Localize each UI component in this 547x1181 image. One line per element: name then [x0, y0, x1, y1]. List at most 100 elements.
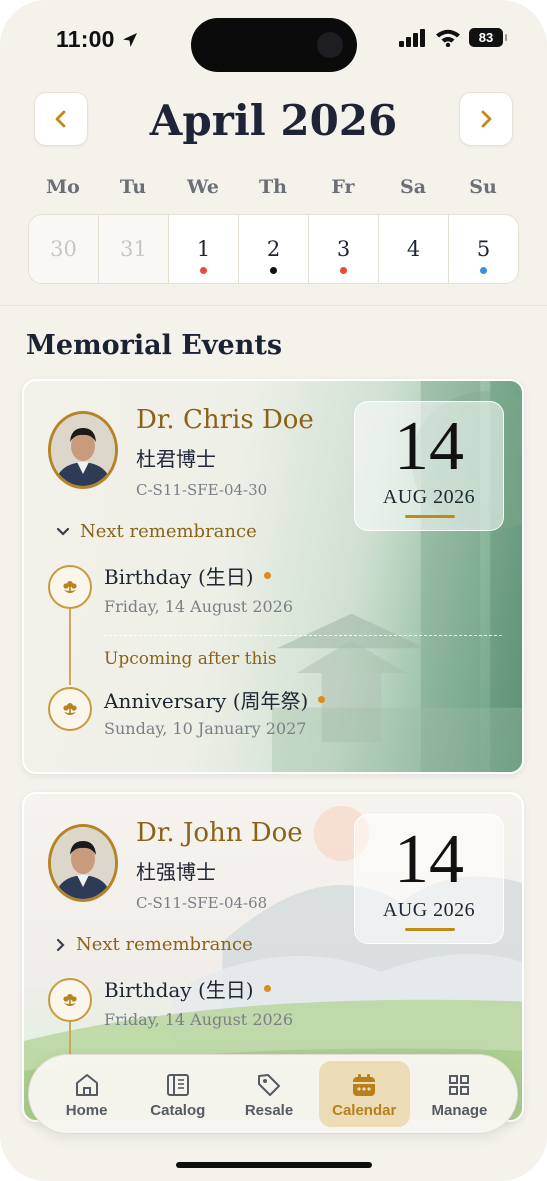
date-underline [405, 928, 455, 931]
day-number: 31 [120, 237, 147, 261]
tab-label: Home [65, 1101, 108, 1119]
niche-code: C-S11-SFE-04-68 [136, 894, 268, 912]
home-icon [73, 1070, 101, 1100]
weekday-label: We [187, 176, 219, 198]
weekday-label: Tu [119, 176, 147, 198]
wifi-icon [436, 29, 460, 47]
day-cell[interactable]: 3 [309, 215, 379, 283]
battery-icon: 83 [469, 28, 507, 47]
event-dot [318, 696, 326, 703]
person-name: Dr. Chris Doe [136, 405, 314, 435]
next-remembrance-label: Next remembrance [76, 934, 253, 955]
niche-code: C-S11-SFE-04-30 [136, 481, 268, 499]
weekday-label: Sa [399, 176, 427, 198]
time-text: 11:00 [56, 26, 115, 52]
day-cell[interactable]: 2 [239, 215, 309, 283]
tab-resale[interactable]: Resale [223, 1059, 314, 1129]
grid-icon [445, 1070, 473, 1100]
tab-home[interactable]: Home [41, 1059, 132, 1129]
day-number: 2 [266, 237, 281, 261]
weekday-label: Th [259, 176, 287, 198]
tab-manage[interactable]: Manage [414, 1059, 505, 1129]
next-remembrance-label: Next remembrance [80, 521, 257, 542]
memorial-card[interactable]: Dr. Chris Doe 杜君博士 C-S11-SFE-04-30 14 AU… [22, 379, 524, 774]
home-indicator [176, 1162, 372, 1168]
avatar [48, 411, 118, 489]
event-dot [340, 267, 347, 274]
date-underline [405, 515, 455, 518]
week-strip: 30 31 1 2 3 4 5 [28, 214, 519, 284]
event-title-text: Birthday (生日) [104, 565, 254, 589]
person-chinese-name: 杜强博士 [136, 860, 216, 884]
person-name: Dr. John Doe [136, 818, 303, 848]
day-number: 30 [50, 237, 77, 261]
event-dot [263, 572, 271, 579]
bottom-tab-bar: Home Catalog Resale Calendar Manage [28, 1054, 518, 1134]
date-day: 14 [394, 821, 464, 898]
date-badge: 14 AUG 2026 [354, 814, 504, 944]
book-icon [164, 1070, 192, 1100]
tab-label: Resale [244, 1101, 294, 1119]
calendar-icon [350, 1070, 378, 1100]
upcoming-event-date: Sunday, 10 January 2027 [104, 719, 307, 738]
status-time: 11:00 [56, 26, 139, 53]
tab-calendar[interactable]: Calendar [318, 1061, 410, 1127]
tab-label: Manage [431, 1101, 488, 1119]
tab-catalog[interactable]: Catalog [132, 1059, 223, 1129]
chevron-right-icon [56, 938, 65, 951]
upcoming-event-title: Anniversary (周年祭) [104, 685, 326, 714]
date-month: AUG 2026 [382, 486, 476, 508]
person-chinese-name: 杜君博士 [136, 447, 216, 471]
chevron-left-icon [55, 110, 66, 128]
chevron-right-icon [481, 110, 492, 128]
next-remembrance-toggle[interactable]: Next remembrance [56, 521, 257, 542]
date-day: 14 [394, 408, 464, 485]
prev-month-button[interactable] [34, 92, 88, 146]
day-cell[interactable]: 4 [379, 215, 449, 283]
weekday-labels: Mo Tu We Th Fr Sa Su [28, 176, 518, 198]
event-date: Friday, 14 August 2026 [104, 597, 294, 616]
next-month-button[interactable] [459, 92, 513, 146]
tab-label: Catalog [150, 1101, 206, 1119]
weekday-label: Fr [331, 176, 355, 198]
upcoming-title-text: Anniversary (周年祭) [104, 689, 309, 713]
calendar-header: April 2026 Mo Tu We Th Fr Sa Su 30 31 1 … [0, 80, 547, 306]
event-dot [270, 267, 277, 274]
divider [104, 635, 502, 636]
day-cell[interactable]: 31 [99, 215, 169, 283]
flower-icon [48, 687, 92, 731]
upcoming-label: Upcoming after this [104, 649, 277, 669]
signal-icon [399, 28, 425, 47]
day-number: 4 [406, 237, 421, 261]
event-dot [263, 985, 271, 992]
event-date: Friday, 14 August 2026 [104, 1010, 294, 1029]
dynamic-island [191, 18, 357, 72]
weekday-label: Su [469, 176, 497, 198]
date-month: AUG 2026 [382, 899, 476, 921]
tag-icon [255, 1070, 283, 1100]
day-cell[interactable]: 5 [449, 215, 518, 283]
day-number: 5 [476, 237, 491, 261]
weekday-label: Mo [46, 176, 80, 198]
event-dot [480, 267, 487, 274]
tab-label: Calendar [332, 1101, 397, 1119]
status-indicators: 83 [399, 28, 507, 47]
day-cell[interactable]: 30 [29, 215, 99, 283]
event-title: Birthday (生日) [104, 974, 271, 1003]
next-remembrance-toggle[interactable]: Next remembrance [56, 934, 253, 955]
event-title: Birthday (生日) [104, 561, 271, 590]
status-bar: 11:00 83 [0, 0, 547, 80]
location-arrow-icon [122, 32, 137, 47]
event-dot [200, 267, 207, 274]
day-number: 1 [196, 237, 211, 261]
month-title: April 2026 [149, 96, 398, 145]
flower-icon [48, 565, 92, 609]
event-title-text: Birthday (生日) [104, 978, 254, 1002]
date-badge: 14 AUG 2026 [354, 401, 504, 531]
day-number: 3 [336, 237, 351, 261]
chevron-down-icon [56, 527, 70, 536]
section-title: Memorial Events [26, 330, 283, 361]
phone-screen: 11:00 83 April 2026 Mo Tu We Th Fr Sa Su… [0, 0, 547, 1181]
flower-icon [48, 978, 92, 1022]
day-cell[interactable]: 1 [169, 215, 239, 283]
